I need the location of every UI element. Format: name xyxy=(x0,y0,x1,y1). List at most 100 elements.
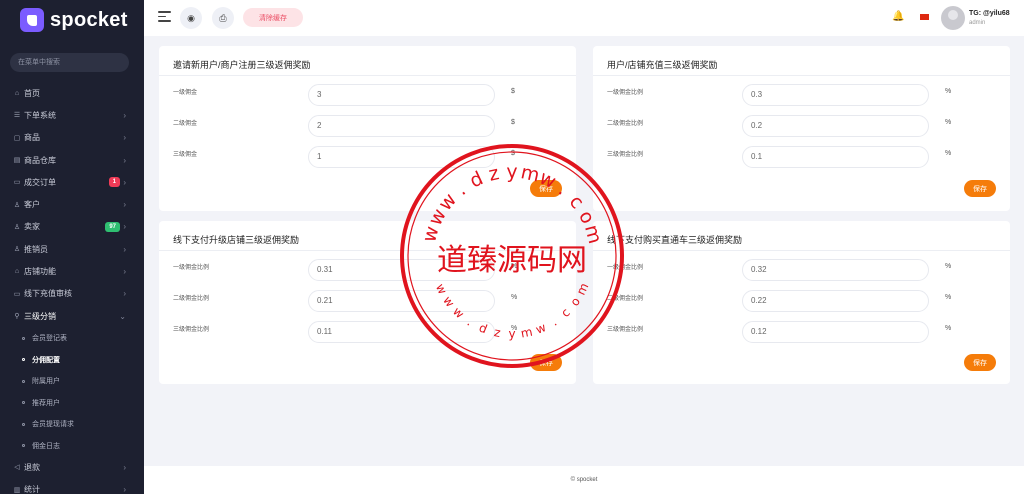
commission-value-input[interactable]: 0.3 xyxy=(742,84,929,106)
sidebar-subitem-label: 会员登记表 xyxy=(32,335,67,343)
chevron-right-icon: › xyxy=(123,133,126,143)
bullet-icon xyxy=(22,444,25,448)
commission-value-input[interactable]: 3 xyxy=(308,84,495,106)
card-title: 用户/店铺充值三级返佣奖励 xyxy=(607,60,718,70)
clear-cache-button[interactable]: 清除缓存 xyxy=(243,8,303,27)
commission-value-input[interactable]: 2 xyxy=(308,115,495,137)
commission-level-label: 三级佣金比例 xyxy=(607,152,644,158)
bell-icon[interactable]: 🔔 xyxy=(892,11,904,22)
commission-value-input[interactable]: 0.12 xyxy=(742,321,929,343)
divider xyxy=(593,250,1010,251)
sidebar-menu: ⌂ 首页 ☰ 下单系统 › ▢ 商品 › ▤ 商品仓库 › ▭ 成交订单 1 › ♙ 客户 › ♙ 卖家 97 › ♙ 推销员… xyxy=(0,82,144,494)
sidebar-subitem[interactable]: 分佣配置 xyxy=(0,349,144,371)
bullet-icon xyxy=(22,379,25,383)
print-icon[interactable]: ⎙ xyxy=(212,7,234,29)
commission-card: 邀请新用户/商户注册三级返佣奖励 一级佣金 3 $ 二级佣金 2 $ 三级佣金 1 $ 保存 xyxy=(159,46,576,211)
commission-value-input[interactable]: 0.32 xyxy=(742,259,929,281)
unit-label: % xyxy=(511,263,518,270)
sidebar-subitem-label: 佣金日志 xyxy=(32,442,60,450)
sidebar-item-warehouse[interactable]: ▤ 商品仓库 › xyxy=(0,149,144,171)
sidebar-item-shop[interactable]: ⌂ 店铺功能 › xyxy=(0,260,144,282)
bag-icon: ▢ xyxy=(13,134,21,142)
menu-toggle-icon[interactable] xyxy=(158,11,171,23)
chevron-down-icon: ⌄ xyxy=(119,311,126,321)
chevron-right-icon: › xyxy=(123,462,126,472)
commission-level-label: 一级佣金比例 xyxy=(173,265,210,271)
chevron-right-icon: › xyxy=(123,155,126,165)
unit-label: % xyxy=(945,325,952,332)
sidebar-item-user[interactable]: ♙ 客户 › xyxy=(0,193,144,215)
commission-level-label: 二级佣金比例 xyxy=(607,121,644,127)
sidebar-item-bag[interactable]: ▢ 商品 › xyxy=(0,127,144,149)
sidebar-item-label: 下单系统 xyxy=(24,110,56,120)
clear-cache-label: 清除缓存 xyxy=(259,14,287,22)
stats-icon: ▥ xyxy=(13,486,21,494)
sidebar-subitem-label: 分佣配置 xyxy=(32,356,60,364)
commission-value-input[interactable]: 0.1 xyxy=(742,146,929,168)
chevron-right-icon: › xyxy=(123,222,126,232)
sidebar-item-home[interactable]: ⌂ 首页 xyxy=(0,82,144,104)
save-button[interactable]: 保存 xyxy=(964,354,996,371)
commission-value-input[interactable]: 1 xyxy=(308,146,495,168)
divider xyxy=(593,75,1010,76)
commission-value-input[interactable]: 0.21 xyxy=(308,290,495,312)
sidebar-item-label: 退款 xyxy=(24,462,40,472)
sidebar-subitem[interactable]: 会员登记表 xyxy=(0,327,144,349)
sidebar-item-label: 商品仓库 xyxy=(24,155,56,165)
save-button[interactable]: 保存 xyxy=(530,180,562,197)
unit-label: $ xyxy=(511,119,515,126)
promoter-icon: ♙ xyxy=(13,246,21,254)
sidebar-item-promoter[interactable]: ♙ 推销员 › xyxy=(0,238,144,260)
count-badge: 97 xyxy=(105,221,120,232)
commission-level-label: 二级佣金 xyxy=(173,121,198,127)
sidebar-item-seller[interactable]: ♙ 卖家 97 › xyxy=(0,216,144,238)
globe-icon[interactable]: ◉ xyxy=(180,7,202,29)
sidebar-subitem[interactable]: 会员提现请求 xyxy=(0,413,144,435)
footer-text: © spocket xyxy=(570,477,598,483)
sidebar-item-label: 客户 xyxy=(24,200,40,210)
commission-card: 用户/店铺充值三级返佣奖励 一级佣金比例 0.3% 二级佣金比例 0.2% 三级佣金比例 0… xyxy=(593,46,1010,211)
divider xyxy=(159,75,576,76)
commission-value-input[interactable]: 0.11 xyxy=(308,321,495,343)
warehouse-icon: ▤ xyxy=(13,157,21,165)
commission-level-label: 三级佣金比例 xyxy=(173,327,210,333)
sidebar-subitem[interactable]: 附属用户 xyxy=(0,370,144,392)
sidebar-item-list[interactable]: ☰ 下单系统 › xyxy=(0,104,144,126)
sidebar-subitem[interactable]: 佣金日志 xyxy=(0,435,144,457)
menu-search-input[interactable]: 在菜单中搜索 xyxy=(10,53,129,72)
commission-value-input[interactable]: 0.2 xyxy=(742,115,929,137)
avatar[interactable] xyxy=(941,6,965,30)
bullet-icon xyxy=(22,358,25,362)
brand-logo[interactable]: spocket xyxy=(20,8,128,32)
sidebar-item-recharge[interactable]: ▭ 线下充值审核 › xyxy=(0,283,144,305)
sidebar-item-share[interactable]: ⚲ 三级分销 ⌄ xyxy=(0,305,144,327)
commission-level-label: 二级佣金比例 xyxy=(607,296,644,302)
order-icon: ▭ xyxy=(13,179,21,187)
home-icon: ⌂ xyxy=(14,89,20,97)
sidebar-item-refund[interactable]: ◁ 退款 › xyxy=(0,456,144,478)
unit-label: $ xyxy=(511,88,515,95)
unit-label: % xyxy=(511,325,518,332)
sidebar-item-stats[interactable]: ▥ 统计 › xyxy=(0,479,144,494)
card-title: 邀请新用户/商户注册三级返佣奖励 xyxy=(173,60,311,70)
user-icon: ♙ xyxy=(13,201,21,209)
commission-value-input[interactable]: 0.31 xyxy=(308,259,495,281)
unit-label: % xyxy=(511,294,518,301)
commission-value-input[interactable]: 0.22 xyxy=(742,290,929,312)
unit-label: $ xyxy=(511,150,515,157)
sidebar-subitem[interactable]: 推荐用户 xyxy=(0,392,144,414)
user-role: admin xyxy=(969,20,986,26)
bullet-icon xyxy=(22,401,25,405)
chevron-right-icon: › xyxy=(123,200,126,210)
unit-label: % xyxy=(945,263,952,270)
refund-icon: ◁ xyxy=(14,464,20,472)
sidebar-item-order[interactable]: ▭ 成交订单 1 › xyxy=(0,171,144,193)
save-button[interactable]: 保存 xyxy=(530,354,562,371)
chevron-right-icon: › xyxy=(123,267,126,277)
save-button[interactable]: 保存 xyxy=(964,180,996,197)
sidebar-subitem-label: 会员提现请求 xyxy=(32,421,74,429)
chevron-right-icon: › xyxy=(123,110,126,120)
language-flag-icon[interactable] xyxy=(920,14,929,20)
svg-text:m: m xyxy=(574,281,592,298)
commission-level-label: 一级佣金 xyxy=(173,90,198,96)
